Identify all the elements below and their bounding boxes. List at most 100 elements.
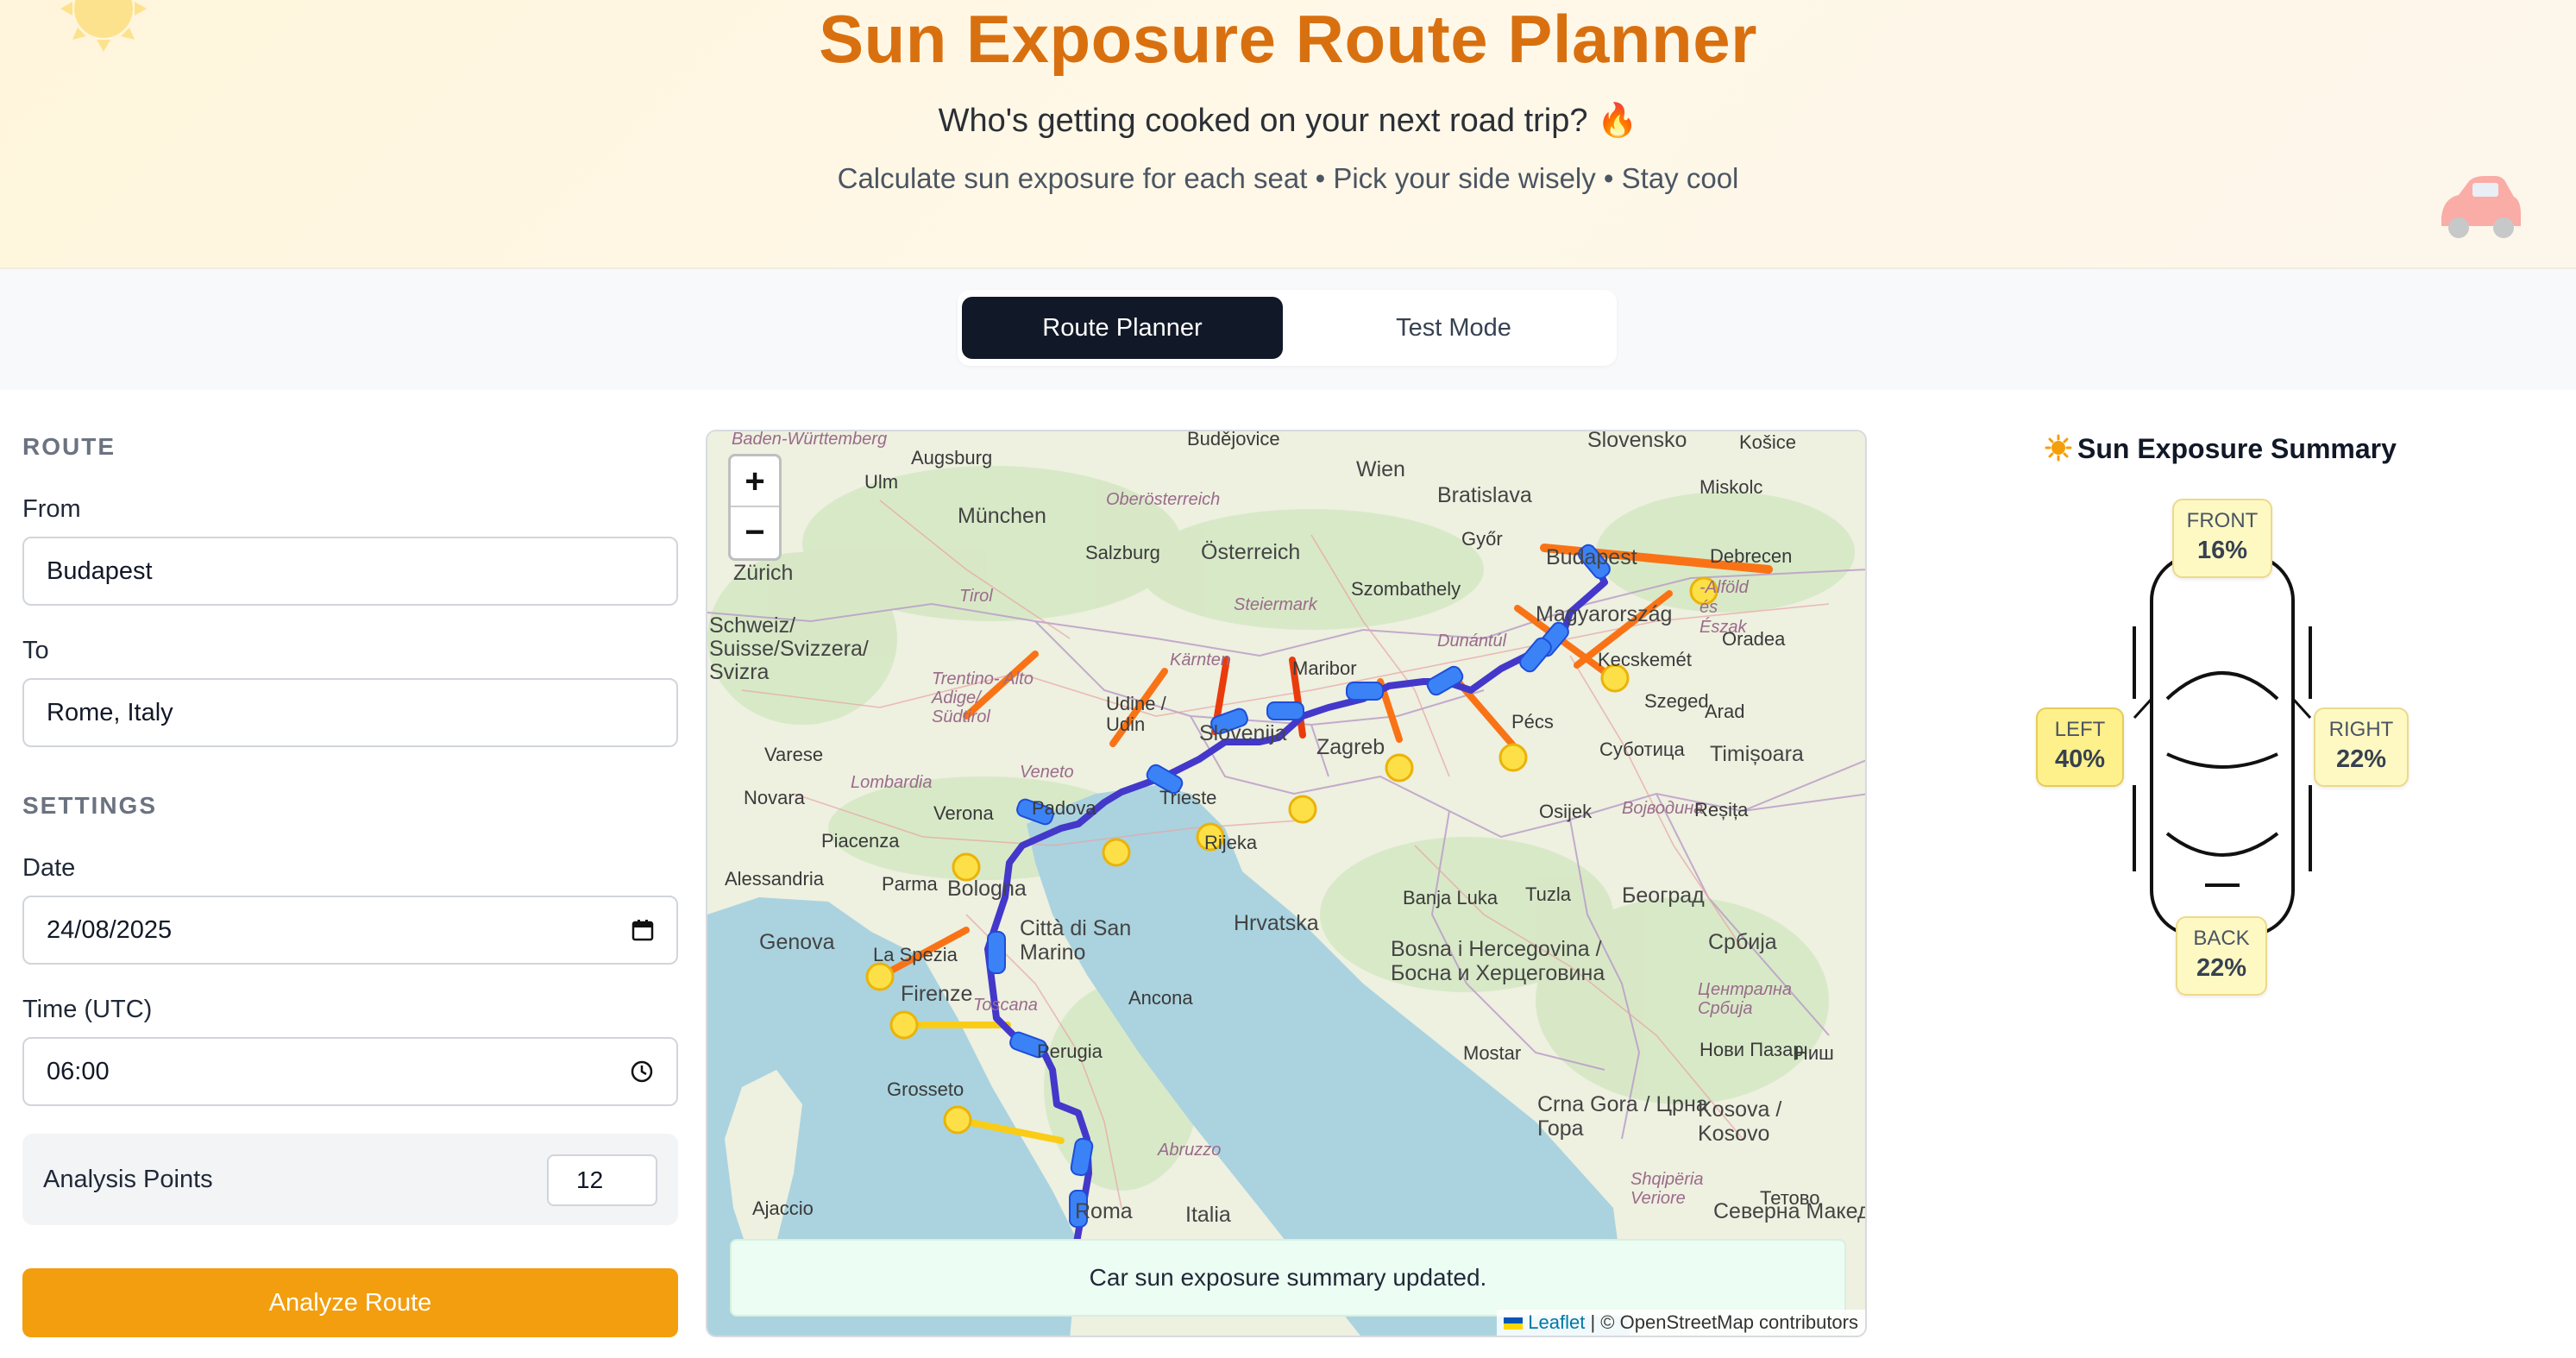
date-label: Date xyxy=(22,854,76,882)
map-label-trentino: Trentino- Alto Adige/ Südtirol xyxy=(932,670,1034,726)
map-label-grosseto: Grosseto xyxy=(887,1078,964,1100)
map-label-munchen: München xyxy=(958,504,1046,528)
from-input[interactable]: Budapest xyxy=(22,537,678,606)
map-label-banjaluka: Banja Luka xyxy=(1403,887,1498,908)
car-decoration-icon xyxy=(2441,176,2521,238)
right-exposure-badge: RIGHT 22% xyxy=(2314,707,2409,787)
to-label: To xyxy=(22,637,49,664)
map-label-novipazar: Нови Пазар xyxy=(1700,1039,1804,1060)
leaflet-link[interactable]: Leaflet xyxy=(1528,1311,1585,1333)
map-label-piacenza: Piacenza xyxy=(821,830,900,852)
map-label-laspezia: La Spezia xyxy=(873,944,958,965)
map-label-veneto: Veneto xyxy=(1020,763,1074,782)
map-label-mostar: Mostar xyxy=(1463,1042,1522,1064)
map-label-augsburg: Augsburg xyxy=(911,447,993,468)
time-input[interactable]: 06:00 xyxy=(22,1037,678,1106)
map-label-rijeka: Rijeka xyxy=(1204,832,1258,853)
settings-section-label: SETTINGS xyxy=(22,792,158,819)
left-label: LEFT xyxy=(2054,718,2106,741)
map-label-szombathely: Szombathely xyxy=(1351,578,1461,600)
map-label-karnten: Kärnten xyxy=(1170,651,1231,670)
map-label-roma: Roma xyxy=(1075,1199,1133,1223)
sun-icon xyxy=(2045,434,2072,462)
tab-test-mode[interactable]: Test Mode xyxy=(1293,297,1614,359)
map-label-alessandria: Alessandria xyxy=(725,868,824,890)
route-section-label: ROUTE xyxy=(22,433,116,460)
map-label-genova: Genova xyxy=(759,930,835,954)
map-label-slovensko: Slovensko xyxy=(1587,430,1687,452)
map-label-abruzzo: Abruzzo xyxy=(1158,1141,1222,1160)
map-label-baden: Baden-Württemberg xyxy=(732,430,888,449)
clock-icon[interactable] xyxy=(630,1059,654,1084)
osm-attribution: | © OpenStreetMap contributors xyxy=(1590,1311,1858,1333)
zoom-control: + − xyxy=(728,454,782,561)
map-label-kosova: Kosova / Kosovo xyxy=(1698,1097,1782,1146)
map-label-verona: Verona xyxy=(933,802,994,824)
map-label-magyarorszag: Magyarország xyxy=(1536,602,1673,626)
front-value: 16% xyxy=(2196,537,2248,564)
zoom-in-button[interactable]: + xyxy=(731,456,779,507)
map-label-padova: Padova xyxy=(1032,797,1096,819)
map-label-hrvatska: Hrvatska xyxy=(1234,911,1319,935)
map-label-varese: Varese xyxy=(764,744,824,765)
map-label-severna: Северна Македонија xyxy=(1713,1199,1867,1223)
left-value: 40% xyxy=(2054,745,2106,773)
map-label-zagreb: Zagreb xyxy=(1316,735,1385,759)
map-label-perugia: Perugia xyxy=(1037,1041,1103,1062)
date-input[interactable]: 24/08/2025 xyxy=(22,896,678,965)
map-label-shqiperia: Shqipëria Veriore xyxy=(1630,1170,1704,1208)
summary-title-text: Sun Exposure Summary xyxy=(2077,433,2397,464)
map-label-udine: Udine / Udin xyxy=(1106,693,1166,735)
mode-tabs: Route Planner Test Mode xyxy=(958,290,1617,366)
map-label-srbija: Србија xyxy=(1708,930,1777,954)
analysis-points-label: Analysis Points xyxy=(43,1166,213,1193)
tab-route-planner[interactable]: Route Planner xyxy=(962,297,1283,359)
map-label-budapest: Budapest xyxy=(1546,545,1637,569)
map-label-resita: Reșița xyxy=(1694,799,1749,820)
map-label-lombardia: Lombardia xyxy=(851,773,933,792)
map-label-pecs: Pécs xyxy=(1511,711,1554,732)
calendar-icon[interactable] xyxy=(631,919,654,941)
map-label-budejovice: Budějovice xyxy=(1187,430,1280,450)
map-label-osterreich: Österreich xyxy=(1201,540,1301,564)
car-top-view-diagram xyxy=(2133,554,2312,937)
ukraine-flag-icon xyxy=(1504,1317,1524,1330)
time-value: 06:00 xyxy=(47,1058,110,1085)
map-label-nis: Ниш xyxy=(1794,1042,1834,1064)
map-label-bosna: Bosna i Hercegovina / Босна и Херцеговин… xyxy=(1391,937,1605,985)
map-label-wien: Wien xyxy=(1356,457,1405,481)
map-label-beograd: Београд xyxy=(1622,883,1705,908)
map-label-zurich: Zürich xyxy=(733,561,794,585)
map-label-arad: Arad xyxy=(1705,701,1745,722)
map-label-novara: Novara xyxy=(744,787,805,808)
analyze-route-button[interactable]: Analyze Route xyxy=(22,1268,678,1337)
map-label-centralna: Централна Србија xyxy=(1698,980,1792,1018)
right-value: 22% xyxy=(2335,745,2387,773)
right-label: RIGHT xyxy=(2328,718,2394,741)
analysis-points-input[interactable]: 12 xyxy=(547,1154,657,1206)
back-value: 22% xyxy=(2196,954,2247,982)
map-label-gyor: Győr xyxy=(1461,528,1503,550)
map-label-dunantul: Dunántúl xyxy=(1437,632,1507,651)
map-label-subotica: Суботица xyxy=(1599,739,1685,760)
map-label-szeged: Szeged xyxy=(1644,690,1709,712)
map-label-bratislava: Bratislava xyxy=(1437,483,1532,507)
zoom-out-button[interactable]: − xyxy=(731,507,779,558)
map-label-tuzla: Tuzla xyxy=(1525,883,1571,905)
to-input[interactable]: Rome, Italy xyxy=(22,678,678,747)
map-label-trieste: Trieste xyxy=(1159,787,1217,808)
map-label-ulm: Ulm xyxy=(864,471,899,493)
time-label: Time (UTC) xyxy=(22,996,153,1023)
map-label-steiermark: Steiermark xyxy=(1234,595,1317,614)
map-label-parma: Parma xyxy=(882,873,938,895)
route-map[interactable]: Baden-Württemberg Augsburg Ulm Budějovic… xyxy=(706,430,1867,1337)
map-label-schweiz: Schweiz/ Suisse/Svizzera/ Svizra xyxy=(709,613,869,684)
map-label-maribor: Maribor xyxy=(1292,657,1357,679)
map-attribution: Leaflet | © OpenStreetMap contributors xyxy=(1497,1310,1865,1336)
map-label-slovenija: Slovenija xyxy=(1199,721,1287,745)
left-exposure-badge: LEFT 40% xyxy=(2036,707,2124,787)
front-exposure-badge: FRONT 16% xyxy=(2172,499,2272,578)
map-label-oradea: Oradea xyxy=(1722,628,1786,650)
back-exposure-badge: BACK 22% xyxy=(2176,916,2267,996)
back-label: BACK xyxy=(2193,927,2250,950)
